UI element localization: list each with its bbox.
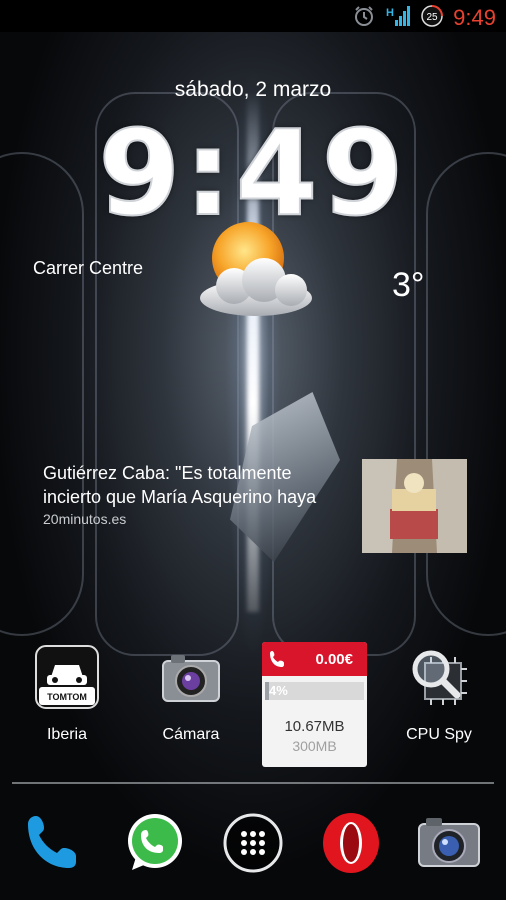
app-camera[interactable]: Cámara bbox=[136, 645, 246, 744]
notification-badge-icon: 25 bbox=[421, 5, 443, 27]
news-headline[interactable]: Gutiérrez Caba: "Es totalmente incierto … bbox=[43, 461, 353, 509]
whatsapp-icon[interactable] bbox=[122, 810, 188, 876]
dock-divider bbox=[12, 782, 494, 784]
app-iberia[interactable]: TOMTOM Iberia bbox=[12, 645, 122, 744]
weather-location[interactable]: Carrer Centre bbox=[33, 258, 143, 279]
clock-date[interactable]: sábado, 2 marzo bbox=[0, 78, 506, 102]
data-widget-header: 0.00€ bbox=[262, 642, 367, 676]
camera-icon[interactable] bbox=[416, 810, 482, 876]
data-usage-widget[interactable]: 0.00€ 4% 10.67MB 300MB bbox=[262, 642, 367, 767]
weather-temperature[interactable]: 3° bbox=[392, 266, 425, 305]
data-usage-bar: 4% bbox=[265, 682, 364, 700]
news-thumbnail[interactable] bbox=[362, 459, 467, 553]
data-usage-percent: 4% bbox=[269, 683, 288, 698]
partly-cloudy-icon[interactable] bbox=[196, 220, 322, 324]
notification-badge-count: 25 bbox=[426, 12, 438, 23]
app-label: Cámara bbox=[162, 726, 220, 743]
cpu-spy-icon bbox=[412, 650, 467, 705]
status-bar[interactable]: H 25 9:49 bbox=[0, 0, 506, 32]
tomtom-icon: TOMTOM bbox=[35, 645, 99, 709]
data-used: 10.67MB bbox=[284, 718, 345, 735]
opera-icon[interactable] bbox=[318, 810, 384, 876]
data-widget-amount: 0.00€ bbox=[315, 651, 353, 668]
phone-handset-icon bbox=[270, 651, 284, 667]
app-label: CPU Spy bbox=[406, 726, 472, 743]
status-time: 9:49 bbox=[453, 5, 496, 30]
svg-text:H: H bbox=[386, 7, 394, 19]
data-total: 300MB bbox=[292, 738, 337, 754]
news-source[interactable]: 20minutos.es bbox=[43, 511, 126, 527]
signal-icon: H bbox=[386, 6, 410, 26]
camera-icon bbox=[162, 655, 220, 702]
app-drawer-icon[interactable] bbox=[220, 810, 286, 876]
app-label: Iberia bbox=[46, 726, 88, 743]
phone-icon[interactable] bbox=[22, 810, 88, 876]
app-cpu-spy[interactable]: CPU Spy bbox=[384, 645, 494, 744]
alarm-icon bbox=[355, 6, 373, 26]
svg-text:TOMTOM: TOMTOM bbox=[47, 692, 87, 702]
